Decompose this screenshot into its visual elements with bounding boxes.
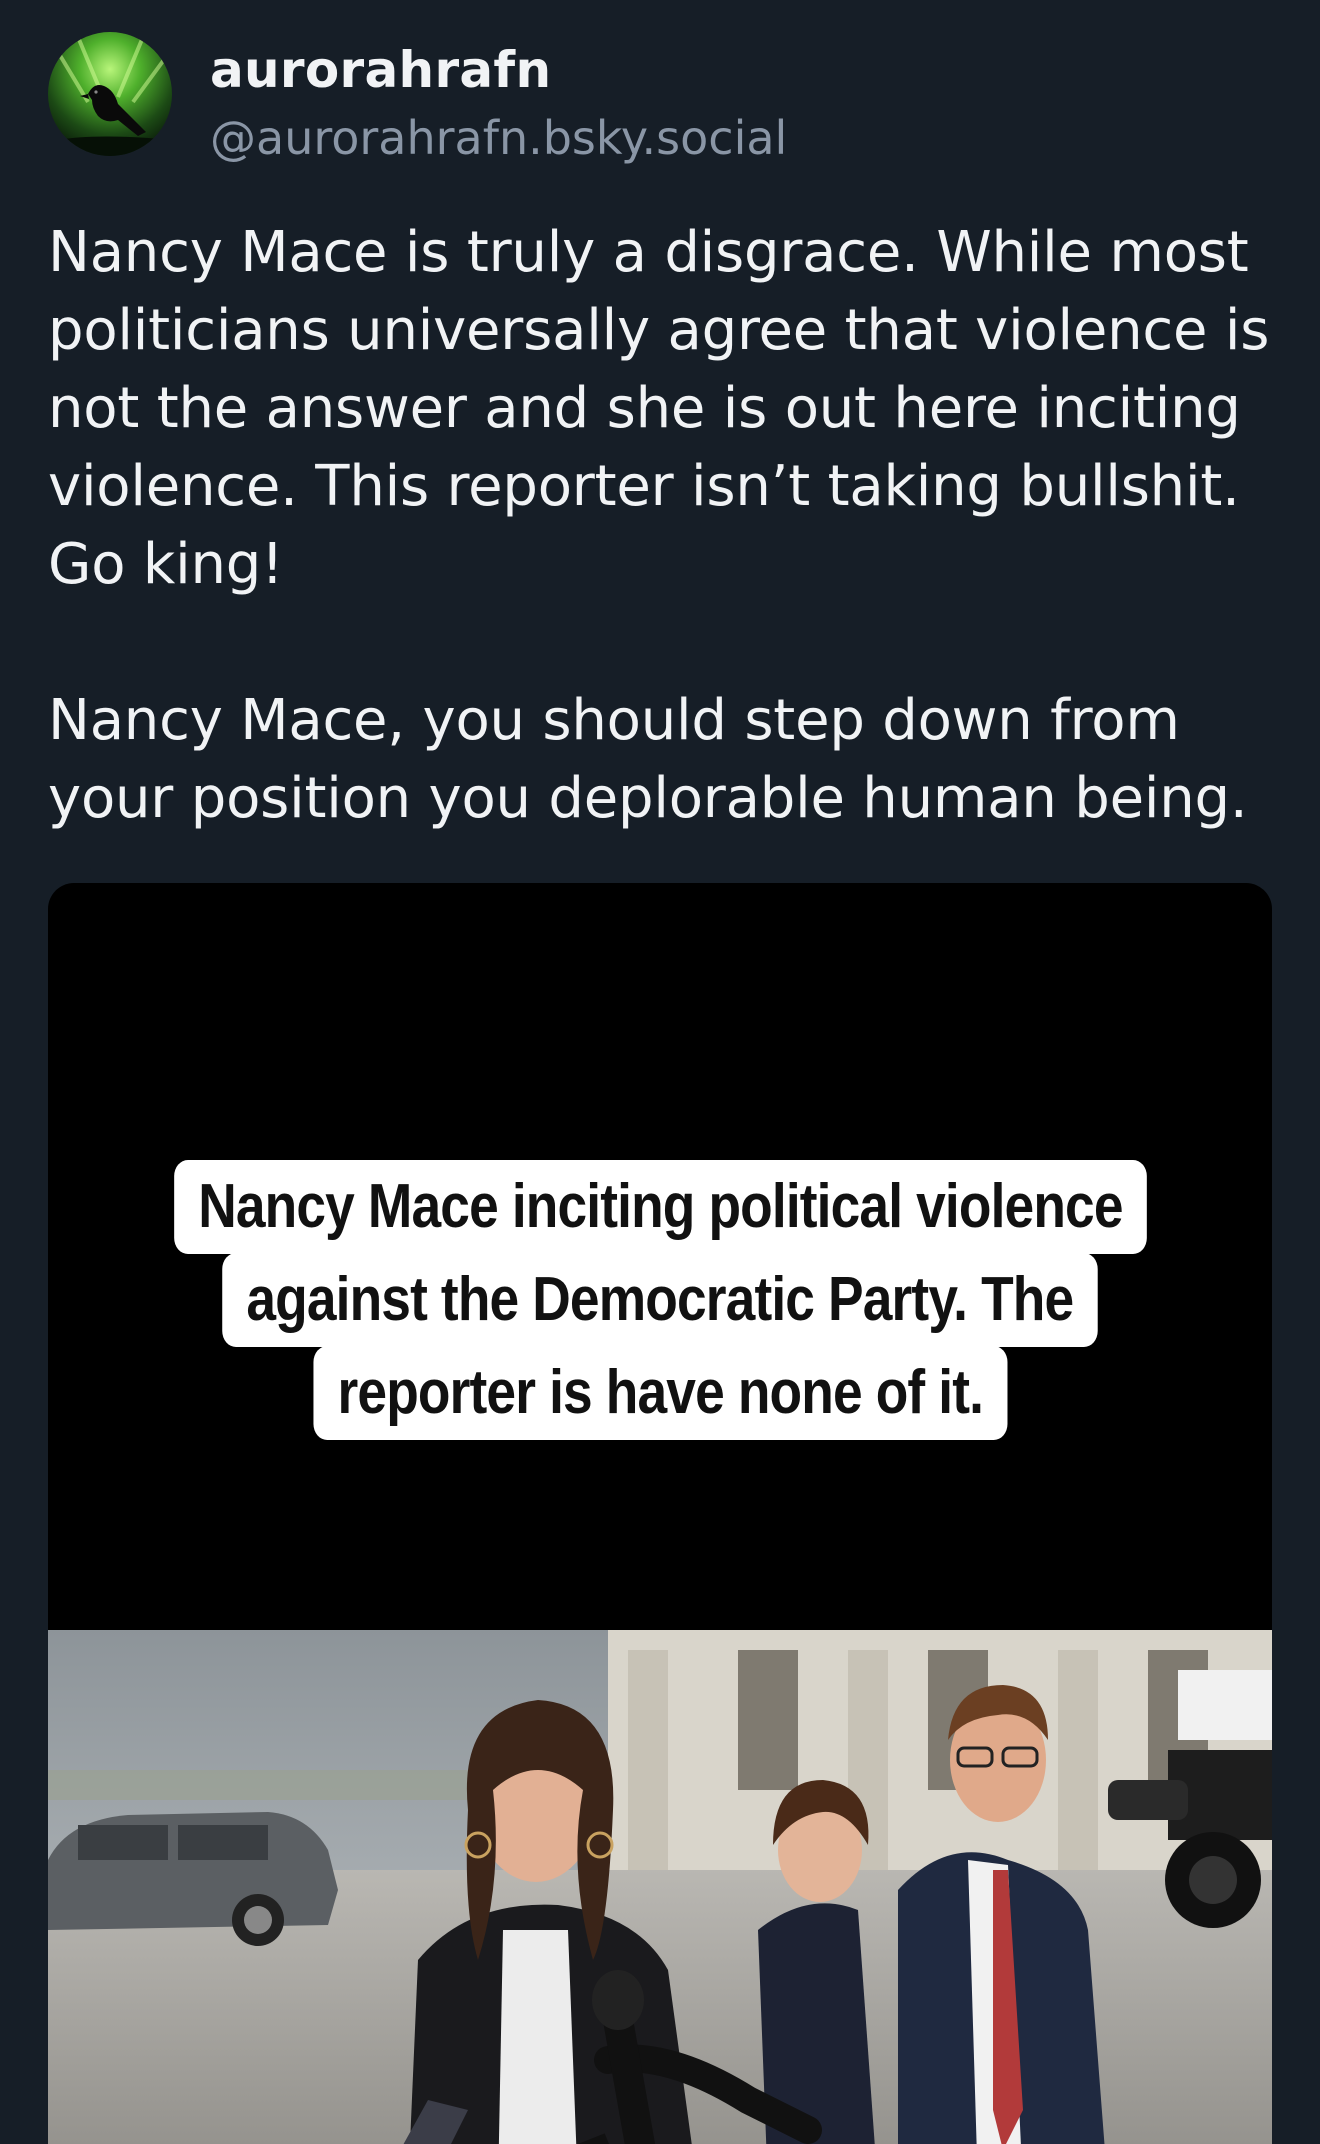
video-embed[interactable]: Nancy Mace inciting political violence a… bbox=[48, 883, 1272, 2144]
author-handle[interactable]: @aurorahrafn.bsky.social bbox=[210, 108, 787, 168]
raven-aurora-avatar-icon bbox=[48, 32, 172, 156]
author-display-name[interactable]: aurorahrafn bbox=[210, 38, 551, 102]
caption-line: against the Democratic Party. The bbox=[222, 1253, 1098, 1347]
video-still-image bbox=[48, 1630, 1272, 2144]
post-card[interactable]: aurorahrafn @aurorahrafn.bsky.social Nan… bbox=[0, 0, 1320, 2144]
caption-line: reporter is have none of it. bbox=[313, 1346, 1007, 1440]
caption-line: Nancy Mace inciting political violence bbox=[173, 1160, 1147, 1254]
video-caption: Nancy Mace inciting political violence a… bbox=[48, 1160, 1272, 1440]
avatar[interactable] bbox=[48, 32, 172, 156]
post-text: Nancy Mace is truly a disgrace. While mo… bbox=[48, 220, 1270, 831]
video-frame bbox=[48, 1630, 1272, 2144]
